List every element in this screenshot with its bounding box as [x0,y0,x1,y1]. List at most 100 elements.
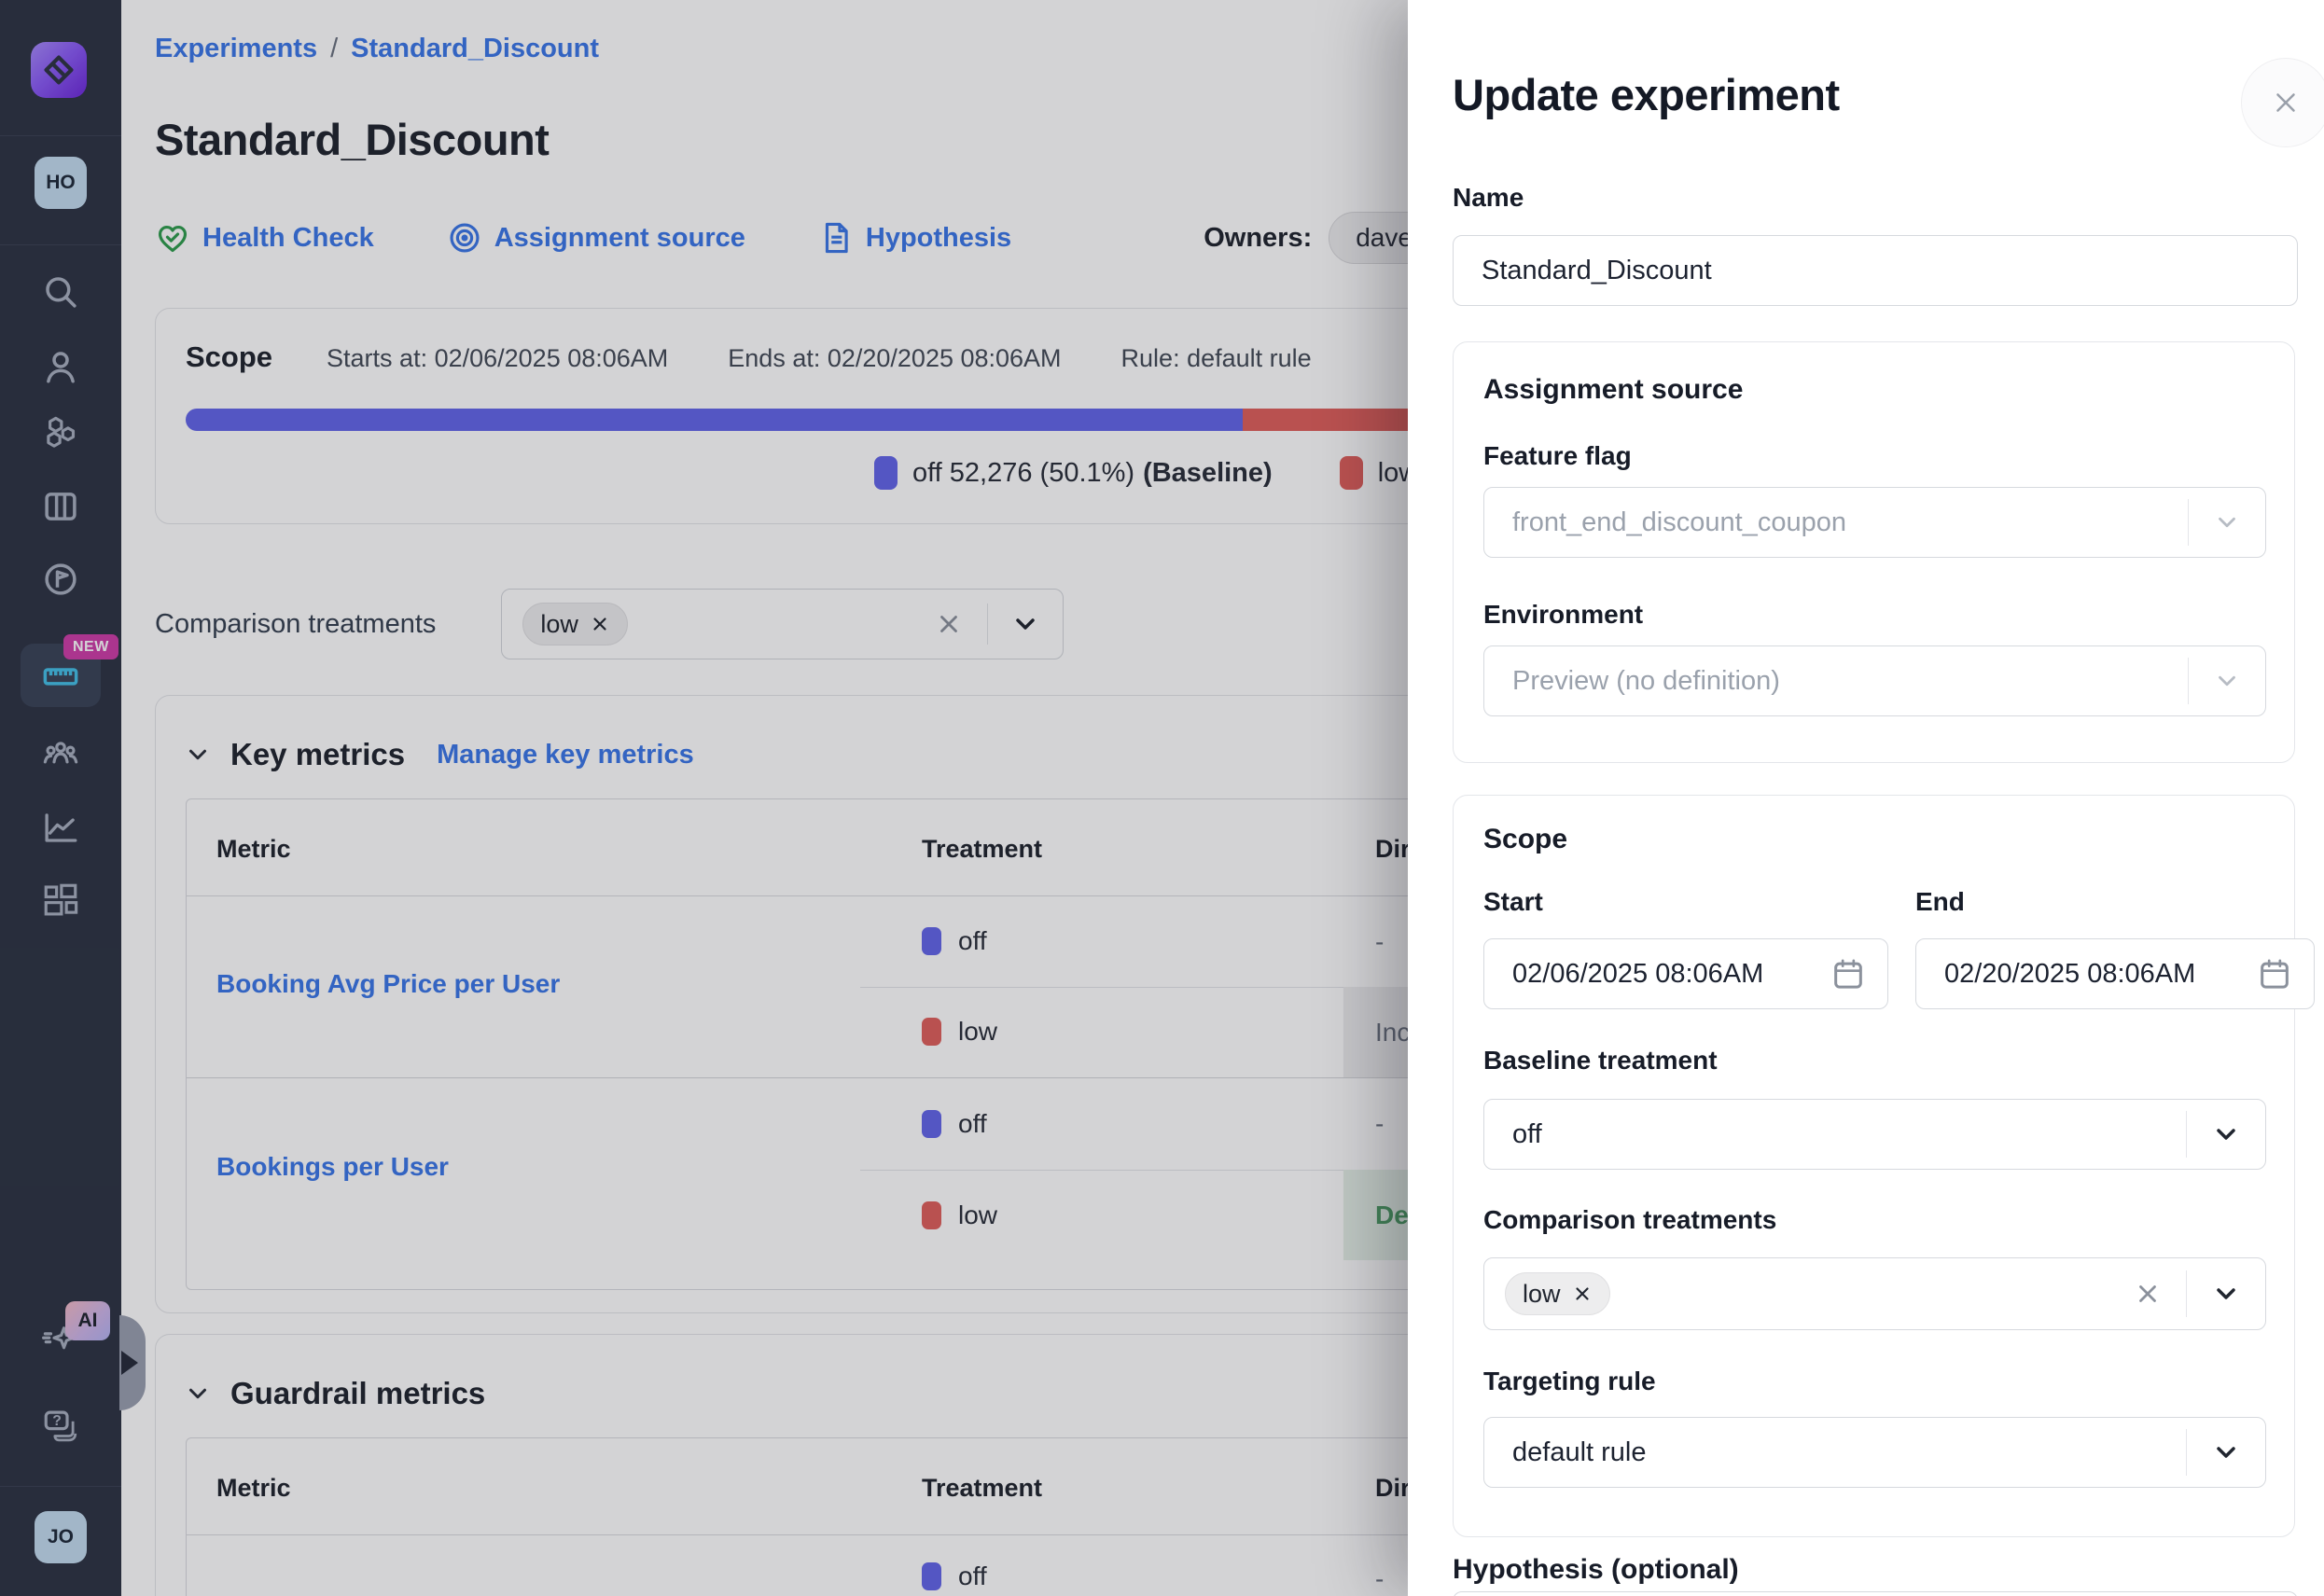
scope-rule: Rule: default rule [1121,344,1312,373]
end-date-input[interactable]: 02/20/2025 08:06AM [1915,938,2315,1009]
column-header-treatment: Treatment [922,835,1042,864]
column-header-treatment: Treatment [922,1474,1042,1503]
collapse-chevron-icon[interactable] [184,741,212,769]
legend-swatch-off [874,456,898,490]
clear-selection-icon[interactable] [2134,1280,2162,1308]
svg-text:?: ? [52,1413,62,1429]
line-chart-icon[interactable] [41,808,80,847]
treatment-cell: off [922,1109,987,1139]
legend-swatch-low [1340,456,1363,490]
chevron-down-icon[interactable] [2211,1119,2241,1149]
baseline-treatment-select[interactable]: off [1483,1099,2266,1170]
breadcrumb-current-link[interactable]: Standard_Discount [351,34,599,64]
environment-select[interactable]: Preview (no definition) [1483,645,2266,716]
chip-remove-icon[interactable] [590,614,610,634]
metric-link-booking-avg-price[interactable]: Booking Avg Price per User [216,969,560,999]
hypothesis-input[interactable] [1453,1591,2298,1596]
scope-starts-at: Starts at: 02/06/2025 08:06AM [327,344,668,373]
targeting-rule-label: Targeting rule [1483,1367,1656,1396]
treatment-swatch-off [922,1562,941,1590]
select-divider [2186,1111,2187,1158]
collapse-chevron-icon[interactable] [184,1380,212,1408]
sidebar-item-metrics-active[interactable]: NEW [21,644,101,707]
hypothesis-label: Hypothesis [866,223,1011,254]
columns-board-icon[interactable] [41,487,80,526]
user-avatar[interactable]: JO [35,1511,87,1563]
comparison-treatments-label: Comparison treatments [1483,1205,1776,1235]
treatment-chip-low[interactable]: low [1505,1272,1610,1315]
key-metrics-title: Key metrics [230,737,405,772]
ruler-metrics-icon [41,657,80,696]
scope-ends-at: Ends at: 02/20/2025 08:06AM [728,344,1061,373]
baseline-treatment-label: Baseline treatment [1483,1046,1718,1076]
comparison-treatments-select[interactable]: low [501,589,1064,659]
chevron-down-icon[interactable] [1010,609,1040,639]
name-input[interactable]: Standard_Discount [1453,235,2298,306]
comparison-treatments-label: Comparison treatments [155,609,436,640]
treatment-chip-low[interactable]: low [522,603,628,645]
name-label: Name [1453,183,1524,213]
app-root: HO NEW [0,0,2324,1596]
clear-selection-icon[interactable] [935,610,963,638]
scope-card-title: Scope [186,340,272,374]
select-divider [987,604,988,645]
distribution-legend: off 52,276 (50.1%) (Baseline) low [874,456,1418,490]
heart-check-icon [155,220,190,256]
treatment-name: low [958,1017,997,1047]
dashboard-grid-icon[interactable] [41,881,80,920]
guardrail-metrics-title: Guardrail metrics [230,1376,485,1411]
panel-expand-handle[interactable] [119,1315,146,1410]
metric-link-bookings-per-user[interactable]: Bookings per User [216,1152,449,1182]
treatment-swatch-low [922,1201,941,1229]
chevron-down-icon[interactable] [2211,1437,2241,1467]
bullseye-icon [447,220,482,256]
treatment-chip-label: low [540,610,578,639]
hexagon-cluster-icon[interactable] [41,414,80,453]
statsig-logo[interactable] [31,42,87,98]
sidebar-divider [0,135,121,136]
comparison-treatments-select[interactable]: low [1483,1257,2266,1330]
treatment-swatch-off [922,1110,941,1138]
calendar-icon[interactable] [1830,955,1867,992]
targeting-rule-select[interactable]: default rule [1483,1417,2266,1488]
select-divider [2186,1270,2187,1317]
calendar-icon[interactable] [2256,955,2293,992]
select-divider [2188,658,2189,704]
treatment-chip-label: low [1523,1280,1561,1309]
treatment-name: low [958,1200,997,1230]
hypothesis-link[interactable]: Hypothesis [818,220,1011,256]
assignment-source-link[interactable]: Assignment source [447,220,745,256]
ai-sparkle-icon[interactable]: AI [41,1320,80,1359]
chevron-down-icon[interactable] [2211,1279,2241,1309]
help-chat-icon[interactable]: ? [41,1407,80,1446]
sidebar-divider [0,244,121,245]
legend-baseline-suffix: (Baseline) [1143,458,1273,489]
start-date-input[interactable]: 02/06/2025 08:06AM [1483,938,1888,1009]
health-check-link[interactable]: Health Check [155,220,374,256]
search-icon[interactable] [41,272,80,312]
ai-badge: AI [65,1301,110,1340]
name-value: Standard_Discount [1482,256,1712,286]
treatment-cell: off [922,1561,987,1591]
comparison-treatments-row: Comparison treatments low [155,589,1064,659]
targeting-rule-value: default rule [1512,1437,1647,1468]
close-drawer-button[interactable] [2241,58,2324,147]
environment-label: Environment [1483,600,1643,630]
treatment-cell: low [922,1200,997,1230]
treatment-name: off [958,1109,987,1139]
people-group-icon[interactable] [41,735,80,774]
breadcrumb-experiments-link[interactable]: Experiments [155,34,317,64]
select-divider [2188,499,2189,546]
chip-remove-icon[interactable] [1572,1284,1593,1304]
feature-flag-select[interactable]: front_end_discount_coupon [1483,487,2266,558]
treatment-swatch-off [922,927,941,955]
workspace-avatar[interactable]: HO [35,157,87,209]
select-divider [2186,1429,2187,1476]
pulse-flag-icon[interactable] [41,560,80,599]
treatment-cell: low [922,1017,997,1047]
column-header-metric: Metric [216,1474,291,1503]
scope-form-title: Scope [1483,824,1567,855]
user-icon[interactable] [41,347,80,386]
scope-form-card: Scope Start End 02/06/2025 08:06AM 02/20… [1453,795,2295,1537]
manage-key-metrics-link[interactable]: Manage key metrics [437,740,694,770]
